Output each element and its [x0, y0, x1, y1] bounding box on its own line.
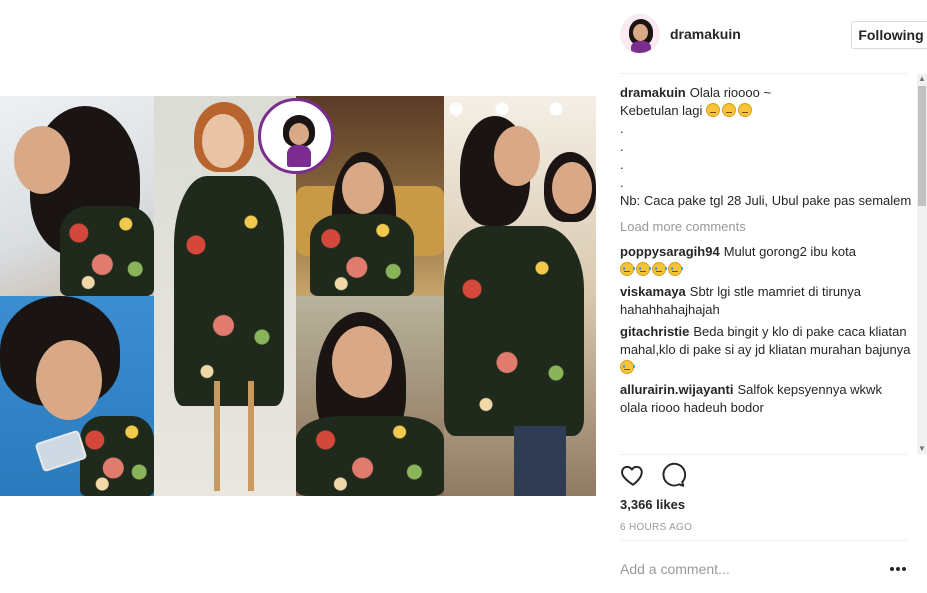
- floral-blazer: [80, 416, 154, 496]
- caption-line: .: [620, 139, 624, 154]
- neutral-face-icon: [722, 103, 737, 117]
- caption-line: .: [620, 157, 624, 172]
- heart-icon[interactable]: [620, 462, 646, 488]
- wooden-stool: [214, 381, 254, 491]
- avatar[interactable]: [620, 14, 660, 54]
- caption-author[interactable]: dramakuin: [620, 85, 686, 100]
- post-timestamp[interactable]: 6 HOURS AGO: [620, 522, 692, 533]
- face-shape: [36, 340, 102, 420]
- comment-author[interactable]: gitachristie: [620, 324, 689, 339]
- floral-blazer: [60, 206, 154, 296]
- crying-laughing-icon: [668, 262, 683, 276]
- comment-item: poppysaragih94 Mulut gorong2 ibu kota: [620, 243, 912, 279]
- divider: [620, 73, 907, 74]
- comment-item: gitachristie Beda bingit y klo di pake ca…: [620, 323, 912, 377]
- jeans-shape: [514, 426, 566, 496]
- comment-author[interactable]: poppysaragih94: [620, 244, 720, 259]
- likes-count[interactable]: 3,366 likes: [620, 497, 685, 512]
- comment-item: viskamaya Sbtr lgi stle mamriet di tiruny…: [620, 283, 912, 319]
- caption-line: Olala rioooo ~: [689, 85, 772, 100]
- caption-line: Nb: Caca pake tgl 28 Juli, Ubul pake pas…: [620, 193, 912, 208]
- caption-line: .: [620, 175, 624, 190]
- face-shape: [14, 126, 70, 194]
- face-shape: [494, 126, 540, 186]
- crying-laughing-icon: [620, 262, 635, 276]
- divider: [620, 454, 907, 455]
- post-photo-area: [0, 0, 596, 593]
- crying-laughing-icon: [620, 360, 635, 374]
- face-shape: [332, 326, 392, 398]
- load-more-comments-link[interactable]: Load more comments: [620, 218, 912, 236]
- neutral-face-icon: [706, 103, 721, 117]
- caption-line: .: [620, 121, 624, 136]
- add-comment-input[interactable]: [620, 558, 870, 580]
- post-photo[interactable]: [0, 96, 596, 496]
- comment-author[interactable]: allurairin.wijayanti: [620, 382, 733, 397]
- post-sidebar: dramakuin Following dramakuin Olala riooo…: [596, 0, 927, 593]
- comment-author[interactable]: viskamaya: [620, 284, 686, 299]
- face-shape: [202, 114, 244, 168]
- floral-blazer: [310, 214, 414, 296]
- username-link[interactable]: dramakuin: [670, 26, 741, 42]
- scroll-thumb[interactable]: [918, 86, 926, 206]
- crying-laughing-icon: [652, 262, 667, 276]
- caption: dramakuin Olala rioooo ~ Kebetulan lagi .…: [620, 84, 912, 210]
- collage-tile-backstage: [444, 96, 596, 496]
- more-options-icon[interactable]: [890, 562, 908, 576]
- face-shape: [552, 162, 592, 214]
- avatar-face: [633, 24, 648, 41]
- neutral-face-icon: [738, 103, 753, 117]
- scroll-down-arrow-icon[interactable]: ▼: [917, 444, 927, 454]
- logo-dress: [287, 145, 311, 167]
- floral-blazer: [296, 416, 444, 496]
- crying-laughing-icon: [636, 262, 651, 276]
- dramakuin-logo: [258, 98, 334, 174]
- post-actions: [620, 462, 907, 490]
- comments-list: dramakuin Olala rioooo ~ Kebetulan lagi .…: [620, 84, 912, 454]
- caption-line-text: Kebetulan lagi: [620, 103, 703, 118]
- comment-text: Mulut gorong2 ibu kota: [723, 244, 856, 259]
- floral-jumpsuit: [174, 176, 284, 406]
- logo-face: [289, 123, 309, 145]
- face-shape: [342, 162, 384, 214]
- comment-icon[interactable]: [660, 462, 687, 488]
- floral-blazer: [444, 226, 584, 436]
- caption-line-with-emoji: Kebetulan lagi: [620, 102, 912, 120]
- post-header: dramakuin Following: [620, 14, 927, 58]
- scroll-up-arrow-icon[interactable]: ▲: [917, 74, 927, 84]
- collage-tile-tv-closeup: [296, 296, 444, 496]
- comment-item: allurairin.wijayanti Salfok kepsyennya wk…: [620, 381, 912, 417]
- following-button[interactable]: Following: [851, 21, 927, 49]
- avatar-dress: [631, 41, 651, 53]
- divider: [620, 540, 907, 541]
- collage-tile-portrait-side: [0, 96, 154, 296]
- collage-tile-phone-selfie: [0, 296, 154, 496]
- comments-scrollbar[interactable]: ▲ ▼: [917, 74, 927, 454]
- mirror-lights: [444, 100, 596, 118]
